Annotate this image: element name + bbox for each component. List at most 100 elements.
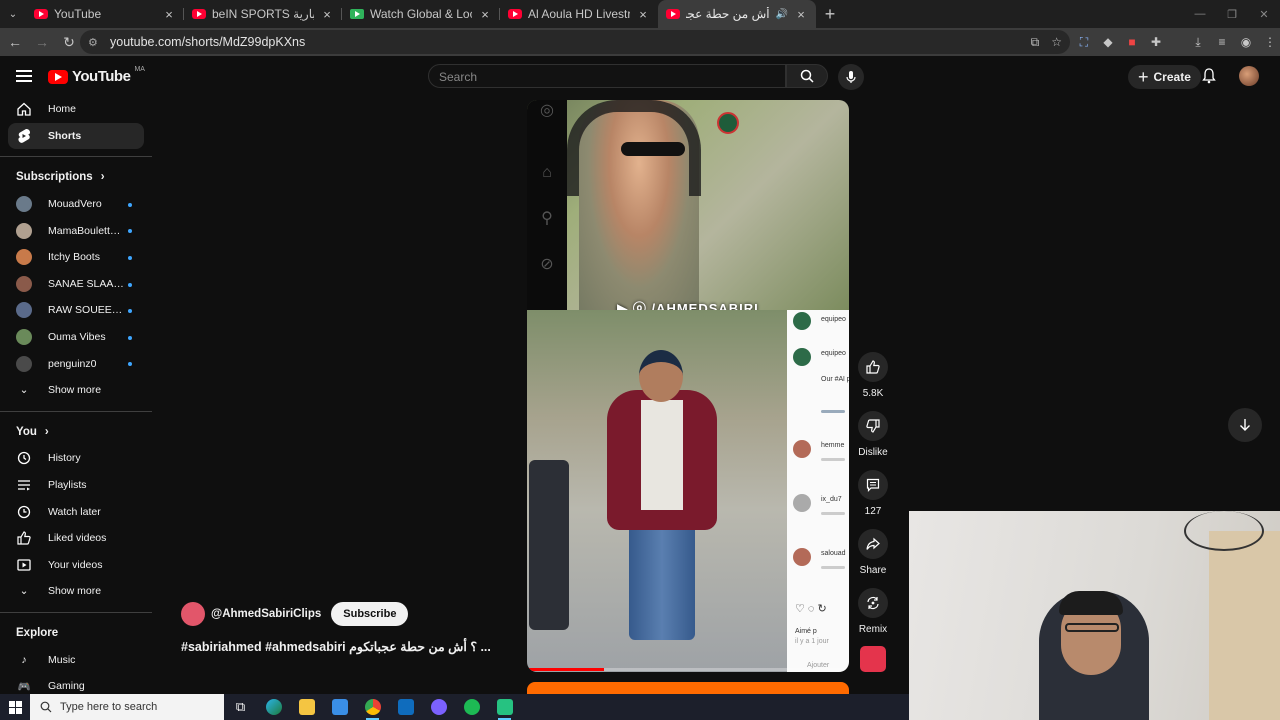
browser-tab[interactable]: Watch Global & Local Live TV C ×	[342, 0, 500, 28]
sidebar-item-subscription[interactable]: RAW SOUEELT E...	[0, 297, 152, 324]
subscriptions-heading[interactable]: Subscriptions ›	[0, 164, 152, 191]
site-info-icon[interactable]: ⚙	[88, 36, 102, 49]
close-window-icon[interactable]: ✕	[1248, 0, 1280, 28]
search-button[interactable]	[786, 64, 828, 88]
downloads-icon[interactable]: ⤓	[1190, 34, 1206, 50]
channel-handle[interactable]: @AhmedSabiriClips	[211, 608, 321, 620]
tab-close-icon[interactable]: ×	[320, 7, 334, 22]
taskbar-discord[interactable]	[422, 694, 455, 720]
comment-author: ix_du7	[821, 496, 842, 503]
extension-diamond-icon[interactable]: ◆	[1100, 34, 1116, 50]
youtube-logo[interactable]: YouTube MA	[48, 66, 145, 85]
explore-title: Explore	[16, 626, 59, 639]
subscribe-button[interactable]: Subscribe	[331, 602, 409, 626]
taskbar-chrome[interactable]	[356, 694, 389, 720]
comment-line	[821, 410, 845, 413]
sidebar-item-watch-later[interactable]: Watch later	[0, 498, 152, 525]
remix-button[interactable]: Remix	[856, 588, 890, 635]
voice-search-button[interactable]	[838, 64, 864, 90]
share-button[interactable]: Share	[856, 529, 890, 576]
sidebar-item-subscription[interactable]: MouadVero	[0, 191, 152, 218]
comment-icon	[858, 470, 888, 500]
sidebar-item-playlists[interactable]: Playlists	[0, 472, 152, 499]
comments-button[interactable]: 127	[856, 470, 890, 517]
create-button[interactable]: + Create	[1128, 65, 1201, 89]
account-avatar[interactable]	[1239, 66, 1259, 86]
install-icon[interactable]: ⧉	[1031, 35, 1040, 50]
tab-close-icon[interactable]: ×	[636, 7, 650, 22]
video-title[interactable]: #sabiriahmed #ahmedsabiri ؟ أش من حطة عج…	[181, 639, 491, 654]
profile-icon[interactable]: ◉	[1238, 34, 1254, 50]
taskbar-spotify[interactable]	[455, 694, 488, 720]
taskbar-edge[interactable]	[257, 694, 290, 720]
start-button[interactable]	[0, 694, 30, 720]
like-count: 5.8K	[862, 388, 884, 399]
extensions-puzzle-icon[interactable]: ✚	[1148, 34, 1164, 50]
sidebar-item-label: Music	[48, 653, 76, 666]
browser-tab[interactable]: YouTube ×	[26, 0, 184, 28]
new-tab-button[interactable]: +	[816, 4, 844, 25]
forward-icon[interactable]: →	[30, 30, 54, 54]
search-input[interactable]: Search	[428, 64, 786, 88]
channel-avatar	[16, 275, 32, 292]
sidebar-item-history[interactable]: History	[0, 445, 152, 472]
comment-line	[821, 566, 845, 569]
you-heading[interactable]: You ›	[0, 419, 152, 446]
folder-icon	[298, 699, 315, 715]
next-video-button[interactable]	[1228, 408, 1262, 442]
translate-extension-icon[interactable]: ⛶	[1076, 34, 1092, 50]
taskbar-outlook[interactable]	[389, 694, 422, 720]
taskbar-obs[interactable]	[488, 694, 521, 720]
media-controls-icon[interactable]: ≡	[1214, 34, 1230, 50]
comment-text: Our #Al prepara	[821, 376, 849, 383]
taskbar-file-explorer[interactable]	[290, 694, 323, 720]
app-icon	[496, 699, 513, 715]
tab-close-icon[interactable]: ×	[794, 7, 808, 22]
tab-close-icon[interactable]: ×	[478, 7, 492, 22]
reload-icon[interactable]: ↻	[57, 30, 81, 54]
task-view-button[interactable]: ⧉	[224, 694, 257, 720]
plus-icon: +	[1138, 67, 1149, 87]
browser-tab-active[interactable]: أش من حطة عجباتكوم ؟ #be 🔊 ×	[658, 0, 816, 28]
new-content-dot	[128, 309, 132, 314]
tv-favicon-icon	[350, 9, 364, 19]
video-progress-bar[interactable]	[527, 668, 849, 671]
sidebar-item-subscription[interactable]: Ouma Vibes	[0, 324, 152, 351]
sidebar-item-subscription[interactable]: penguinz0	[0, 350, 152, 377]
notifications-bell-icon[interactable]	[1202, 68, 1216, 89]
sidebar-item-subscription[interactable]: Itchy Boots	[0, 244, 152, 271]
bookmark-star-icon[interactable]: ☆	[1051, 35, 1062, 49]
sidebar-item-liked-videos[interactable]: Liked videos	[0, 525, 152, 552]
next-short-preview[interactable]	[527, 682, 849, 694]
taskbar-search[interactable]: Type here to search	[30, 694, 224, 720]
extension-red-icon[interactable]: ■	[1124, 34, 1140, 50]
sidebar-item-shorts[interactable]: Shorts	[8, 122, 144, 150]
audio-icon[interactable]: 🔊	[776, 9, 788, 20]
tab-search-button[interactable]: ⌄	[0, 0, 26, 28]
sound-thumbnail[interactable]	[860, 646, 886, 672]
like-button[interactable]: 5.8K	[856, 352, 890, 399]
chrome-menu-icon[interactable]: ⋮	[1262, 34, 1278, 50]
sidebar-item-label: Playlists	[48, 479, 87, 492]
back-icon[interactable]: ←	[3, 30, 27, 54]
minimize-icon[interactable]: —	[1184, 0, 1216, 28]
sidebar-item-your-videos[interactable]: Your videos	[0, 552, 152, 579]
dislike-button[interactable]: Dislike	[856, 411, 890, 458]
sidebar-item-home[interactable]: Home	[0, 96, 152, 123]
home-icon: ⌂	[542, 164, 552, 181]
sidebar-item-gaming[interactable]: 🎮 Gaming	[0, 673, 152, 694]
sidebar-item-subscription[interactable]: SANAE SLAAAY	[0, 271, 152, 298]
maximize-icon[interactable]: ❐	[1216, 0, 1248, 28]
shorts-video-player[interactable]: ◎ ⌂ ⚲ ⊘ ▶ ⓞ /AHMEDSABIRI › equipeo equip…	[527, 100, 849, 672]
taskbar-store[interactable]	[323, 694, 356, 720]
channel-avatar[interactable]	[181, 602, 205, 626]
sidebar-show-more[interactable]: ⌄ Show more	[0, 578, 152, 605]
sidebar-item-subscription[interactable]: MamaBoulettes...	[0, 217, 152, 244]
browser-tab[interactable]: Al Aoula HD Livestream 24/24 | ×	[500, 0, 658, 28]
menu-hamburger-icon[interactable]	[16, 70, 32, 82]
tab-close-icon[interactable]: ×	[162, 7, 176, 22]
address-bar[interactable]: ⚙ youtube.com/shorts/MdZ99dpKXns ⧉ ☆	[80, 30, 1070, 54]
browser-tab[interactable]: beIN SPORTS الإخبارية - YouTube ×	[184, 0, 342, 28]
sidebar-item-music[interactable]: ♪ Music	[0, 646, 152, 673]
sidebar-show-more[interactable]: ⌄ Show more	[0, 377, 152, 404]
